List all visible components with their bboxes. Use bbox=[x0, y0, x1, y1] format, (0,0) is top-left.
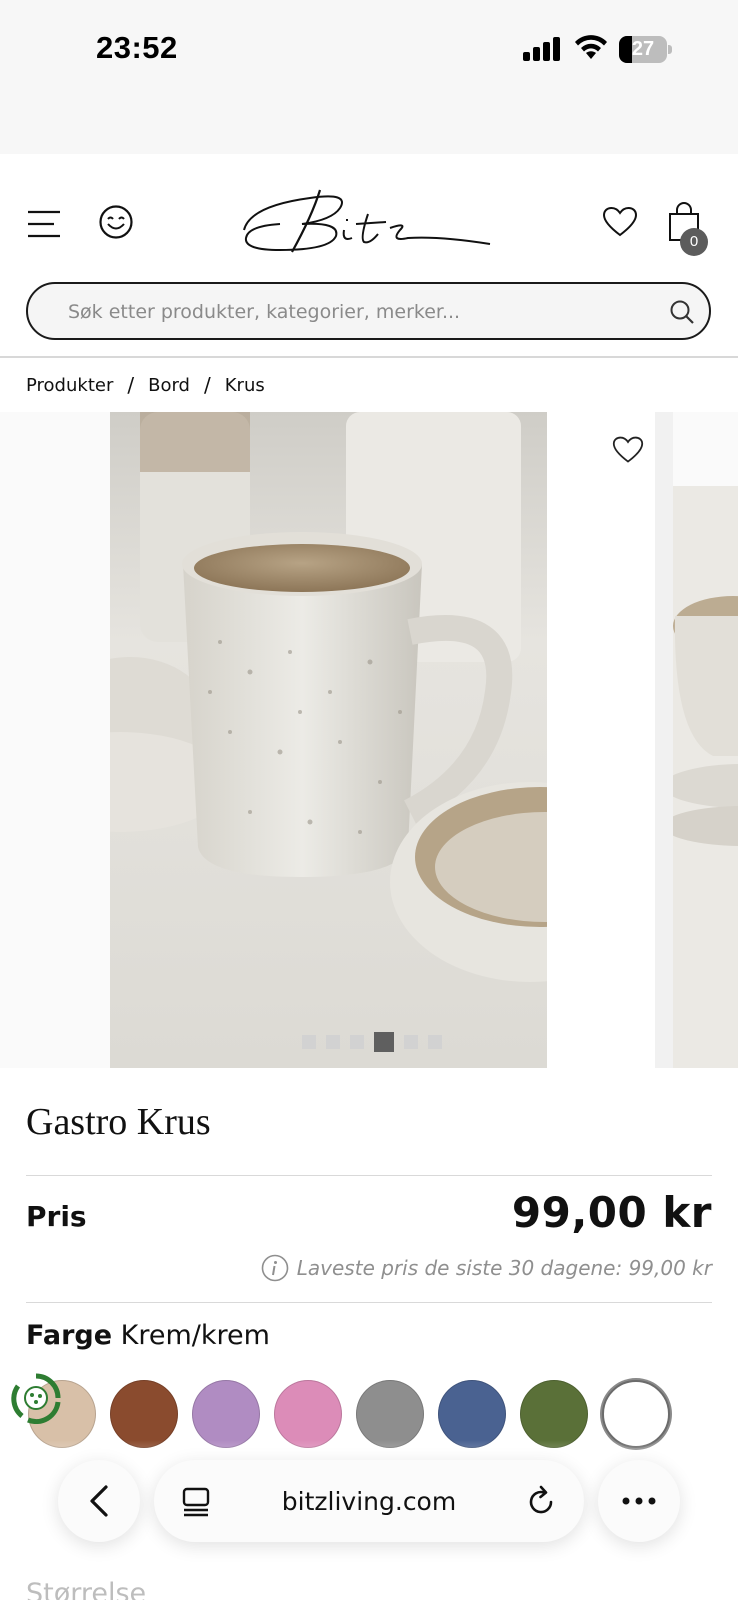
more-button[interactable] bbox=[598, 1460, 680, 1542]
status-bar: 23:52 27 bbox=[0, 0, 738, 154]
color-swatch-green[interactable] bbox=[520, 1380, 588, 1448]
breadcrumb: Produkter / Bord / Krus bbox=[26, 370, 265, 400]
bitz-logo[interactable] bbox=[240, 186, 496, 258]
hamburger-icon bbox=[28, 210, 60, 238]
wishlist-button[interactable] bbox=[600, 202, 640, 242]
account-button[interactable] bbox=[96, 202, 136, 242]
back-button[interactable] bbox=[58, 1460, 140, 1542]
signal-icon bbox=[523, 35, 563, 61]
color-swatch-grey[interactable] bbox=[356, 1380, 424, 1448]
pagination-dot[interactable] bbox=[326, 1035, 340, 1049]
product-image-next[interactable] bbox=[673, 486, 738, 1068]
lowest-price-note: Laveste pris de siste 30 dagene: 99,00 k… bbox=[261, 1254, 712, 1282]
menu-button[interactable] bbox=[24, 204, 64, 244]
size-label: Størrelse bbox=[26, 1578, 147, 1600]
breadcrumb-item-krus[interactable]: Krus bbox=[225, 375, 265, 396]
breadcrumb-item-bord[interactable]: Bord bbox=[148, 375, 190, 396]
smiley-icon bbox=[99, 205, 133, 239]
pagination-dot[interactable] bbox=[350, 1035, 364, 1049]
search-bar bbox=[26, 282, 711, 340]
eco-recycle-icon[interactable] bbox=[10, 1372, 62, 1424]
lowest-price-text: Laveste pris de siste 30 dagene: 99,00 k… bbox=[296, 1256, 712, 1280]
color-swatch-lilac[interactable] bbox=[192, 1380, 260, 1448]
tabs-icon[interactable] bbox=[180, 1486, 212, 1518]
battery-icon: 27 bbox=[619, 36, 672, 63]
pagination-dot[interactable] bbox=[404, 1035, 418, 1049]
gallery-separator bbox=[655, 412, 673, 1068]
reload-icon[interactable] bbox=[524, 1484, 558, 1518]
pagination-dot[interactable] bbox=[428, 1035, 442, 1049]
heart-icon bbox=[602, 206, 638, 237]
gallery-gap bbox=[547, 412, 655, 1068]
color-label: Farge bbox=[26, 1320, 113, 1351]
url-text[interactable]: bitzliving.com bbox=[282, 1487, 456, 1516]
divider bbox=[26, 1302, 712, 1303]
chevron-left-icon bbox=[90, 1485, 108, 1517]
status-time: 23:52 bbox=[96, 30, 178, 65]
price-label: Pris bbox=[26, 1200, 87, 1233]
product-gallery[interactable] bbox=[0, 412, 738, 1068]
address-bar[interactable]: bitzliving.com bbox=[154, 1460, 584, 1542]
cart-count-badge: 0 bbox=[680, 228, 708, 256]
pagination-dot[interactable] bbox=[302, 1035, 316, 1049]
gallery-pagination bbox=[302, 1032, 442, 1052]
wifi-icon bbox=[575, 35, 607, 59]
product-title: Gastro Krus bbox=[26, 1101, 211, 1143]
info-icon bbox=[261, 1254, 289, 1282]
search-icon[interactable] bbox=[668, 298, 696, 326]
color-swatch-pink[interactable] bbox=[274, 1380, 342, 1448]
pagination-dot-active[interactable] bbox=[374, 1032, 394, 1052]
divider bbox=[26, 1175, 712, 1176]
color-swatch-white[interactable] bbox=[602, 1380, 670, 1448]
breadcrumb-separator: / bbox=[203, 373, 211, 397]
product-image-mug[interactable] bbox=[110, 412, 547, 1068]
gallery-heart-icon[interactable] bbox=[612, 434, 644, 466]
color-swatch-brown[interactable] bbox=[110, 1380, 178, 1448]
site-header: 0 bbox=[0, 154, 738, 358]
ellipsis-icon bbox=[622, 1497, 656, 1505]
color-heading: Farge Krem/krem bbox=[26, 1320, 270, 1351]
search-input[interactable] bbox=[68, 296, 628, 328]
product-price: 99,00 kr bbox=[511, 1188, 712, 1237]
breadcrumb-separator: / bbox=[127, 373, 135, 397]
color-value: Krem/krem bbox=[120, 1320, 270, 1351]
breadcrumb-item-produkter[interactable]: Produkter bbox=[26, 375, 113, 396]
battery-percent: 27 bbox=[631, 38, 655, 60]
color-swatch-blue[interactable] bbox=[438, 1380, 506, 1448]
